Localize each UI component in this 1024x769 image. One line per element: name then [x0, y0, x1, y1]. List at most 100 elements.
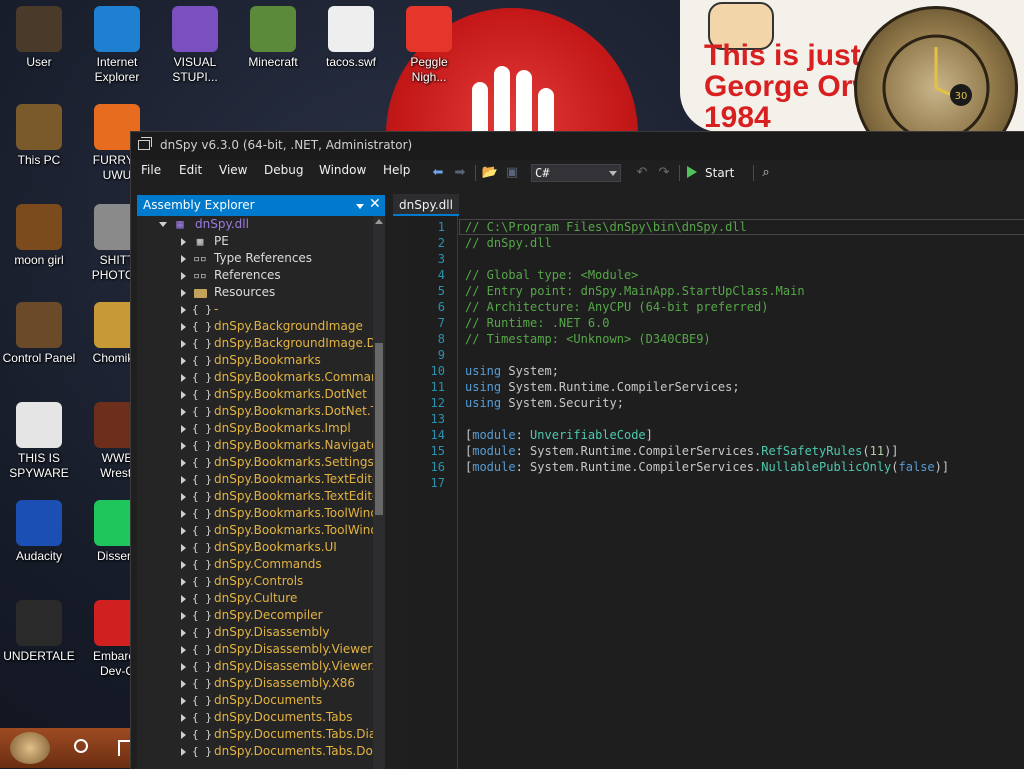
menu-file[interactable]: File — [141, 163, 161, 177]
desktop-icon-undertale[interactable]: UNDERTALE — [0, 600, 78, 664]
tree-item[interactable]: { }dnSpy.BackgroundImage.Dialogs — [137, 335, 373, 352]
start-orb-icon[interactable] — [10, 732, 50, 764]
tree-item[interactable]: { } dnSpy.Controls — [137, 573, 373, 590]
desktop-icon-moon-girl[interactable]: moon girl — [0, 204, 78, 268]
expander-icon[interactable] — [181, 255, 186, 263]
menu-edit[interactable]: Edit — [179, 163, 202, 177]
back-arrow-icon[interactable]: ⬅ — [429, 164, 447, 182]
expander-open-icon[interactable] — [159, 222, 167, 227]
expander-icon[interactable] — [181, 612, 186, 620]
expander-icon[interactable] — [181, 374, 186, 382]
expander-icon[interactable] — [181, 272, 186, 280]
expander-icon[interactable] — [181, 476, 186, 484]
tree-item[interactable]: { }dnSpy.Bookmarks.DotNet.TextEditor — [137, 403, 373, 420]
tree-item[interactable]: { } dnSpy.Disassembly.Viewer — [137, 641, 373, 658]
tree-item[interactable]: { } - — [137, 301, 373, 318]
expander-icon[interactable] — [181, 391, 186, 399]
tree-item[interactable]: { } dnSpy.BackgroundImage — [137, 318, 373, 335]
search-icon[interactable]: ⌕ — [757, 164, 775, 182]
close-icon[interactable]: ✕ — [369, 196, 381, 212]
expander-icon[interactable] — [181, 306, 186, 314]
tree-item[interactable]: { } dnSpy.Documents — [137, 692, 373, 709]
assembly-explorer-scrollbar[interactable] — [373, 216, 385, 769]
expander-icon[interactable] — [181, 595, 186, 603]
tree-item[interactable]: { } dnSpy.Bookmarks.Navigator — [137, 437, 373, 454]
expander-icon[interactable] — [181, 748, 186, 756]
desktop-icon-peggle[interactable]: Peggle Nigh... — [390, 6, 468, 85]
desktop-icon-visual-studio[interactable]: VISUAL STUPI... — [156, 6, 234, 85]
tree-item[interactable]: { } dnSpy.Bookmarks — [137, 352, 373, 369]
tree-item[interactable]: { } dnSpy.Disassembly.X86 — [137, 675, 373, 692]
code-editor[interactable]: 1 2 3 4 5 6 7 8 9 10 11 12 13 14 15 16 17 // C:\Program … — [409, 216, 1024, 769]
expander-icon[interactable] — [181, 646, 186, 654]
open-folder-icon[interactable]: 📂 — [481, 164, 499, 182]
expander-icon[interactable] — [181, 629, 186, 637]
tree-item[interactable]: Resources — [137, 284, 373, 301]
tree-item[interactable]: { } dnSpy.Bookmarks.UI — [137, 539, 373, 556]
expander-icon[interactable] — [181, 714, 186, 722]
desktop-icon-minecraft[interactable]: Minecraft — [234, 6, 312, 70]
task-view-icon[interactable] — [118, 740, 130, 756]
expander-icon[interactable] — [181, 731, 186, 739]
tree-item[interactable]: { }dnSpy.Documents.Tabs.DocViewer — [137, 743, 373, 760]
desktop-icon-this-pc[interactable]: This PC — [0, 104, 78, 168]
desktop-icon-control-panel[interactable]: Control Panel — [0, 302, 78, 366]
tree-item[interactable]: { }dnSpy.Documents.Tabs.Dialogs — [137, 726, 373, 743]
expander-icon[interactable] — [181, 238, 186, 246]
tree-item[interactable]: { } dnSpy.Documents.Tabs — [137, 709, 373, 726]
tree-item[interactable]: { }dnSpy.Bookmarks.Commands — [137, 369, 373, 386]
undo-icon[interactable]: ↶ — [633, 164, 651, 182]
scroll-up-icon[interactable] — [375, 219, 383, 224]
tree-item[interactable]: ▫▫ Type References — [137, 250, 373, 267]
expander-icon[interactable] — [181, 425, 186, 433]
title-bar[interactable]: dnSpy v6.3.0 (64-bit, .NET, Administrato… — [131, 132, 1024, 160]
desktop-icon-internet-explorer[interactable]: Internet Explorer — [78, 6, 156, 85]
tree-item[interactable]: { }dnSpy.Bookmarks.TextEditor.Impl — [137, 488, 373, 505]
search-icon[interactable] — [74, 739, 88, 753]
desktop-icon-user[interactable]: User — [0, 6, 78, 70]
expander-icon[interactable] — [181, 442, 186, 450]
tree-item[interactable]: ▦ PE — [137, 233, 373, 250]
menu-debug[interactable]: Debug — [264, 163, 303, 177]
expander-icon[interactable] — [181, 544, 186, 552]
tab-dnspy-dll[interactable]: dnSpy.dll — [393, 194, 459, 216]
expander-icon[interactable] — [181, 323, 186, 331]
tree-item[interactable]: { }dnSpy.Bookmarks.ToolWindows — [137, 505, 373, 522]
expander-icon[interactable] — [181, 697, 186, 705]
tree-item[interactable]: ▫▫ References — [137, 267, 373, 284]
expander-icon[interactable] — [181, 289, 186, 297]
tree-item[interactable]: { } dnSpy.Culture — [137, 590, 373, 607]
menu-view[interactable]: View — [219, 163, 247, 177]
forward-arrow-icon[interactable]: ➡ — [451, 164, 469, 182]
tree-item[interactable]: { }dnSpy.Bookmarks.ToolWindows.Bookmarks — [137, 522, 373, 539]
desktop-icon-chrome[interactable]: THIS IS SPYWARE — [0, 402, 78, 481]
expander-icon[interactable] — [181, 357, 186, 365]
chevron-down-icon[interactable] — [356, 204, 364, 209]
tree-item[interactable]: { } dnSpy.Decompiler — [137, 607, 373, 624]
expander-icon[interactable] — [181, 527, 186, 535]
scrollbar-thumb[interactable] — [375, 343, 383, 515]
expander-icon[interactable] — [181, 493, 186, 501]
expander-icon[interactable] — [181, 510, 186, 518]
tree-root-dnspy-dll[interactable]: ▦ dnSpy.dll — [137, 216, 373, 233]
tree-item[interactable]: { } dnSpy.Bookmarks.Settings — [137, 454, 373, 471]
expander-icon[interactable] — [181, 459, 186, 467]
expander-icon[interactable] — [181, 578, 186, 586]
tree-item[interactable]: { } dnSpy.Disassembly — [137, 624, 373, 641]
expander-icon[interactable] — [181, 340, 186, 348]
tree-item[interactable]: { } dnSpy.Bookmarks.DotNet — [137, 386, 373, 403]
menu-window[interactable]: Window — [319, 163, 366, 177]
expander-icon[interactable] — [181, 408, 186, 416]
expander-icon[interactable] — [181, 663, 186, 671]
start-debugging-button[interactable]: Start — [687, 163, 734, 183]
redo-icon[interactable]: ↷ — [655, 164, 673, 182]
menu-help[interactable]: Help — [383, 163, 410, 177]
tree-item[interactable]: { } dnSpy.Commands — [137, 556, 373, 573]
expander-icon[interactable] — [181, 561, 186, 569]
language-select[interactable]: C# — [531, 164, 621, 182]
tree-item[interactable]: { }dnSpy.Disassembly.Viewer.X86 — [137, 658, 373, 675]
save-icon[interactable]: ▣ — [503, 164, 521, 182]
desktop-icon-tacos-swf[interactable]: tacos.swf — [312, 6, 390, 70]
desktop-icon-audacity[interactable]: Audacity — [0, 500, 78, 564]
expander-icon[interactable] — [181, 680, 186, 688]
